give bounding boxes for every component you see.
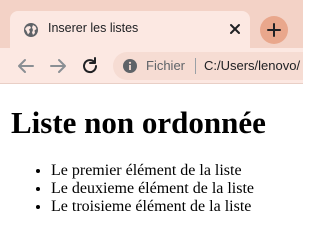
new-tab-button[interactable]	[260, 16, 288, 44]
page-content: Liste non ordonnée Le premier élément de…	[0, 84, 303, 241]
forward-button[interactable]	[46, 54, 70, 78]
list-item: Le troisieme élément de la liste	[51, 198, 254, 216]
page-heading: Liste non ordonnée	[11, 105, 266, 140]
back-button[interactable]	[14, 54, 38, 78]
arrow-right-icon	[50, 59, 66, 73]
reload-icon	[83, 57, 98, 74]
list-item: Le premier élément de la liste	[51, 162, 254, 180]
list-item: Le deuxieme élément de la liste	[51, 180, 254, 198]
globe-icon	[23, 22, 39, 38]
arrow-left-icon	[18, 59, 34, 73]
tab-title: Inserer les listes	[48, 21, 139, 35]
tab-active[interactable]: Inserer les listes	[10, 11, 250, 48]
close-icon[interactable]	[228, 22, 242, 36]
info-icon[interactable]	[122, 58, 138, 74]
address-bar[interactable]: Fichier C:/Users/lenovo/	[113, 52, 303, 80]
browser-toolbar: Fichier C:/Users/lenovo/	[0, 48, 303, 84]
address-separator	[195, 58, 196, 74]
scheme-label: Fichier	[146, 58, 186, 73]
tab-strip: Inserer les listes	[0, 0, 303, 48]
browser-window: Inserer les listes Fichier C:/Users/leno…	[0, 0, 303, 241]
plus-icon	[267, 23, 281, 37]
reload-button[interactable]	[78, 54, 102, 78]
unordered-list: Le premier élément de la liste Le deuxie…	[11, 162, 254, 216]
url-text[interactable]: C:/Users/lenovo/	[204, 58, 300, 73]
